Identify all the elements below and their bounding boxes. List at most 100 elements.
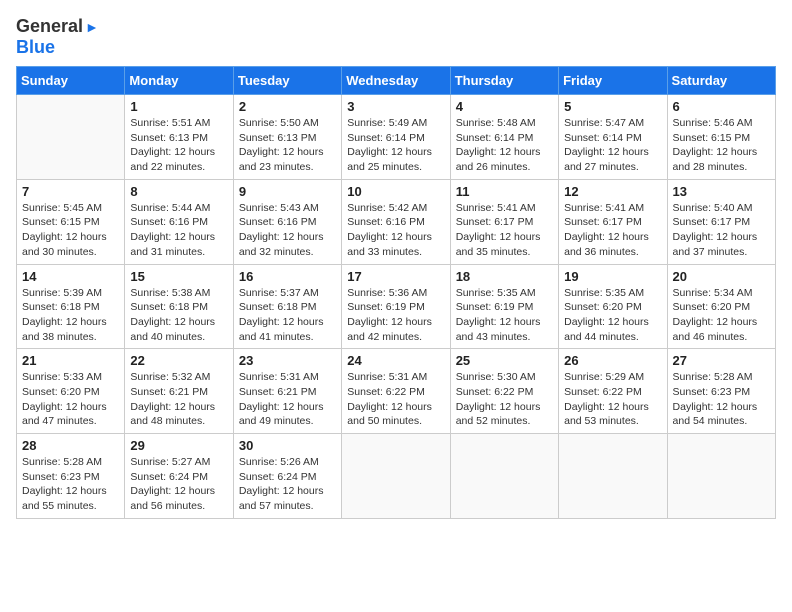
day-info: Sunrise: 5:39 AMSunset: 6:18 PMDaylight:…	[22, 286, 119, 345]
day-info: Sunrise: 5:27 AMSunset: 6:24 PMDaylight:…	[130, 455, 227, 514]
calendar-cell: 24 Sunrise: 5:31 AMSunset: 6:22 PMDayligh…	[342, 349, 450, 434]
day-info: Sunrise: 5:40 AMSunset: 6:17 PMDaylight:…	[673, 201, 770, 260]
calendar-cell: 8 Sunrise: 5:44 AMSunset: 6:16 PMDaylight…	[125, 179, 233, 264]
day-number: 30	[239, 438, 336, 453]
day-number: 18	[456, 269, 553, 284]
logo-blue-text: Blue	[16, 37, 55, 57]
calendar-cell: 13Sunrise: 5:40 AMSunset: 6:17 PMDayligh…	[667, 179, 775, 264]
day-info: Sunrise: 5:45 AMSunset: 6:15 PMDaylight:…	[22, 201, 119, 260]
calendar-cell: 26Sunrise: 5:29 AMSunset: 6:22 PMDayligh…	[559, 349, 667, 434]
day-number: 9	[239, 184, 336, 199]
day-info: Sunrise: 5:51 AMSunset: 6:13 PMDaylight:…	[130, 116, 227, 175]
calendar-cell: 18 Sunrise: 5:35 AMSunset: 6:19 PMDayligh…	[450, 264, 558, 349]
day-number: 8	[130, 184, 227, 199]
calendar-cell: 3 Sunrise: 5:49 AMSunset: 6:14 PMDaylight…	[342, 95, 450, 180]
logo-general-text: General	[16, 16, 83, 37]
day-info: Sunrise: 5:37 AMSunset: 6:18 PMDaylight:…	[239, 286, 336, 345]
calendar-cell: 25Sunrise: 5:30 AMSunset: 6:22 PMDayligh…	[450, 349, 558, 434]
day-info: Sunrise: 5:31 AMSunset: 6:21 PMDaylight:…	[239, 370, 336, 429]
day-number: 28	[22, 438, 119, 453]
day-info: Sunrise: 5:47 AMSunset: 6:14 PMDaylight:…	[564, 116, 661, 175]
weekday-header-saturday: Saturday	[667, 67, 775, 95]
day-info: Sunrise: 5:31 AMSunset: 6:22 PMDaylight:…	[347, 370, 444, 429]
day-number: 12	[564, 184, 661, 199]
day-number: 20	[673, 269, 770, 284]
calendar-week-row: 7 Sunrise: 5:45 AMSunset: 6:15 PMDaylight…	[17, 179, 776, 264]
calendar-cell: 19 Sunrise: 5:35 AMSunset: 6:20 PMDayligh…	[559, 264, 667, 349]
day-info: Sunrise: 5:28 AMSunset: 6:23 PMDaylight:…	[22, 455, 119, 514]
day-number: 6	[673, 99, 770, 114]
calendar-cell: 15Sunrise: 5:38 AMSunset: 6:18 PMDayligh…	[125, 264, 233, 349]
calendar-cell: 27 Sunrise: 5:28 AMSunset: 6:23 PMDayligh…	[667, 349, 775, 434]
day-number: 2	[239, 99, 336, 114]
day-number: 19	[564, 269, 661, 284]
day-info: Sunrise: 5:42 AMSunset: 6:16 PMDaylight:…	[347, 201, 444, 260]
calendar-cell	[342, 434, 450, 519]
weekday-header-tuesday: Tuesday	[233, 67, 341, 95]
calendar-week-row: 1 Sunrise: 5:51 AMSunset: 6:13 PMDaylight…	[17, 95, 776, 180]
calendar-week-row: 21Sunrise: 5:33 AMSunset: 6:20 PMDayligh…	[17, 349, 776, 434]
calendar-cell: 14 Sunrise: 5:39 AMSunset: 6:18 PMDayligh…	[17, 264, 125, 349]
day-number: 7	[22, 184, 119, 199]
calendar-cell	[450, 434, 558, 519]
day-info: Sunrise: 5:26 AMSunset: 6:24 PMDaylight:…	[239, 455, 336, 514]
calendar-cell: 30 Sunrise: 5:26 AMSunset: 6:24 PMDayligh…	[233, 434, 341, 519]
calendar-cell: 23 Sunrise: 5:31 AMSunset: 6:21 PMDayligh…	[233, 349, 341, 434]
day-number: 16	[239, 269, 336, 284]
calendar-cell: 29 Sunrise: 5:27 AMSunset: 6:24 PMDayligh…	[125, 434, 233, 519]
day-number: 23	[239, 353, 336, 368]
day-number: 10	[347, 184, 444, 199]
day-info: Sunrise: 5:30 AMSunset: 6:22 PMDaylight:…	[456, 370, 553, 429]
day-info: Sunrise: 5:49 AMSunset: 6:14 PMDaylight:…	[347, 116, 444, 175]
day-info: Sunrise: 5:35 AMSunset: 6:20 PMDaylight:…	[564, 286, 661, 345]
weekday-header-row: SundayMondayTuesdayWednesdayThursdayFrid…	[17, 67, 776, 95]
day-number: 27	[673, 353, 770, 368]
calendar-cell	[559, 434, 667, 519]
calendar-cell: 21Sunrise: 5:33 AMSunset: 6:20 PMDayligh…	[17, 349, 125, 434]
weekday-header-monday: Monday	[125, 67, 233, 95]
day-number: 4	[456, 99, 553, 114]
calendar-cell: 2 Sunrise: 5:50 AMSunset: 6:13 PMDaylight…	[233, 95, 341, 180]
logo-bird-icon: ►	[85, 19, 99, 35]
calendar-cell: 12 Sunrise: 5:41 AMSunset: 6:17 PMDayligh…	[559, 179, 667, 264]
day-number: 17	[347, 269, 444, 284]
day-info: Sunrise: 5:28 AMSunset: 6:23 PMDaylight:…	[673, 370, 770, 429]
day-info: Sunrise: 5:34 AMSunset: 6:20 PMDaylight:…	[673, 286, 770, 345]
calendar-week-row: 14 Sunrise: 5:39 AMSunset: 6:18 PMDayligh…	[17, 264, 776, 349]
day-info: Sunrise: 5:43 AMSunset: 6:16 PMDaylight:…	[239, 201, 336, 260]
day-number: 15	[130, 269, 227, 284]
calendar-cell: 28 Sunrise: 5:28 AMSunset: 6:23 PMDayligh…	[17, 434, 125, 519]
day-number: 22	[130, 353, 227, 368]
day-info: Sunrise: 5:44 AMSunset: 6:16 PMDaylight:…	[130, 201, 227, 260]
weekday-header-thursday: Thursday	[450, 67, 558, 95]
day-info: Sunrise: 5:33 AMSunset: 6:20 PMDaylight:…	[22, 370, 119, 429]
calendar-cell	[667, 434, 775, 519]
day-number: 24	[347, 353, 444, 368]
weekday-header-sunday: Sunday	[17, 67, 125, 95]
day-info: Sunrise: 5:41 AMSunset: 6:17 PMDaylight:…	[456, 201, 553, 260]
day-info: Sunrise: 5:36 AMSunset: 6:19 PMDaylight:…	[347, 286, 444, 345]
day-info: Sunrise: 5:48 AMSunset: 6:14 PMDaylight:…	[456, 116, 553, 175]
day-number: 3	[347, 99, 444, 114]
page-header: General ► Blue	[16, 16, 776, 58]
day-number: 14	[22, 269, 119, 284]
calendar-cell	[17, 95, 125, 180]
calendar-cell: 1 Sunrise: 5:51 AMSunset: 6:13 PMDaylight…	[125, 95, 233, 180]
calendar-cell: 5Sunrise: 5:47 AMSunset: 6:14 PMDaylight…	[559, 95, 667, 180]
day-info: Sunrise: 5:32 AMSunset: 6:21 PMDaylight:…	[130, 370, 227, 429]
calendar-cell: 10 Sunrise: 5:42 AMSunset: 6:16 PMDayligh…	[342, 179, 450, 264]
calendar-table: SundayMondayTuesdayWednesdayThursdayFrid…	[16, 66, 776, 519]
day-info: Sunrise: 5:41 AMSunset: 6:17 PMDaylight:…	[564, 201, 661, 260]
day-number: 29	[130, 438, 227, 453]
calendar-week-row: 28 Sunrise: 5:28 AMSunset: 6:23 PMDayligh…	[17, 434, 776, 519]
calendar-cell: 17 Sunrise: 5:36 AMSunset: 6:19 PMDayligh…	[342, 264, 450, 349]
calendar-cell: 16 Sunrise: 5:37 AMSunset: 6:18 PMDayligh…	[233, 264, 341, 349]
calendar-cell: 9 Sunrise: 5:43 AMSunset: 6:16 PMDaylight…	[233, 179, 341, 264]
calendar-cell: 4 Sunrise: 5:48 AMSunset: 6:14 PMDaylight…	[450, 95, 558, 180]
day-info: Sunrise: 5:35 AMSunset: 6:19 PMDaylight:…	[456, 286, 553, 345]
logo: General ► Blue	[16, 16, 99, 58]
calendar-cell: 7 Sunrise: 5:45 AMSunset: 6:15 PMDaylight…	[17, 179, 125, 264]
day-number: 1	[130, 99, 227, 114]
day-info: Sunrise: 5:50 AMSunset: 6:13 PMDaylight:…	[239, 116, 336, 175]
calendar-cell: 6Sunrise: 5:46 AMSunset: 6:15 PMDaylight…	[667, 95, 775, 180]
